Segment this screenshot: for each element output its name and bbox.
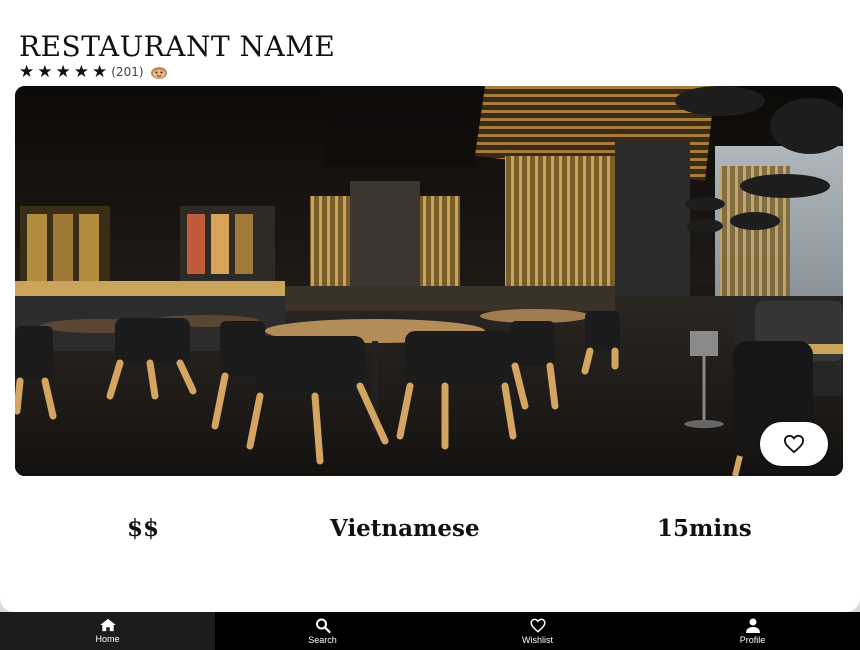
star-icon: ★ (19, 61, 35, 82)
restaurant-info-row: $$ Vietnamese 15mins (0, 515, 860, 551)
delivery-time: 15mins (657, 515, 752, 542)
star-icon: ★ (92, 61, 108, 82)
star-icon: ★ (73, 61, 89, 82)
home-icon (99, 618, 116, 632)
nav-home[interactable]: Home (0, 612, 215, 650)
restaurant-photo (15, 86, 843, 476)
search-icon (315, 618, 331, 633)
nav-profile[interactable]: Profile (645, 612, 860, 650)
restaurant-name: RESTAURANT NAME (19, 30, 336, 63)
nav-home-label: Home (95, 634, 120, 644)
review-count: (201) (111, 65, 144, 79)
rating-row: ★ ★ ★ ★ ★ (201) (19, 63, 168, 81)
cuisine-type: Vietnamese (330, 515, 480, 542)
price-level: $$ (127, 515, 160, 542)
wishlist-button[interactable] (760, 422, 828, 466)
nav-search-label: Search (308, 634, 337, 645)
nav-search[interactable]: Search (215, 612, 430, 650)
bottom-nav: Home Search Wishlist Profile (0, 612, 860, 650)
person-icon (745, 618, 760, 633)
star-icon: ★ (37, 61, 53, 82)
nav-profile-label: Profile (739, 634, 766, 645)
face-emoji-icon (150, 65, 168, 79)
star-icon: ★ (55, 61, 71, 82)
heart-icon (529, 618, 546, 632)
nav-wishlist[interactable]: Wishlist (430, 612, 645, 650)
nav-wishlist-label: Wishlist (522, 634, 553, 645)
restaurant-screen: RESTAURANT NAME ★ ★ ★ ★ ★ (201) $$ Vietn… (0, 0, 860, 612)
heart-icon (784, 434, 804, 454)
